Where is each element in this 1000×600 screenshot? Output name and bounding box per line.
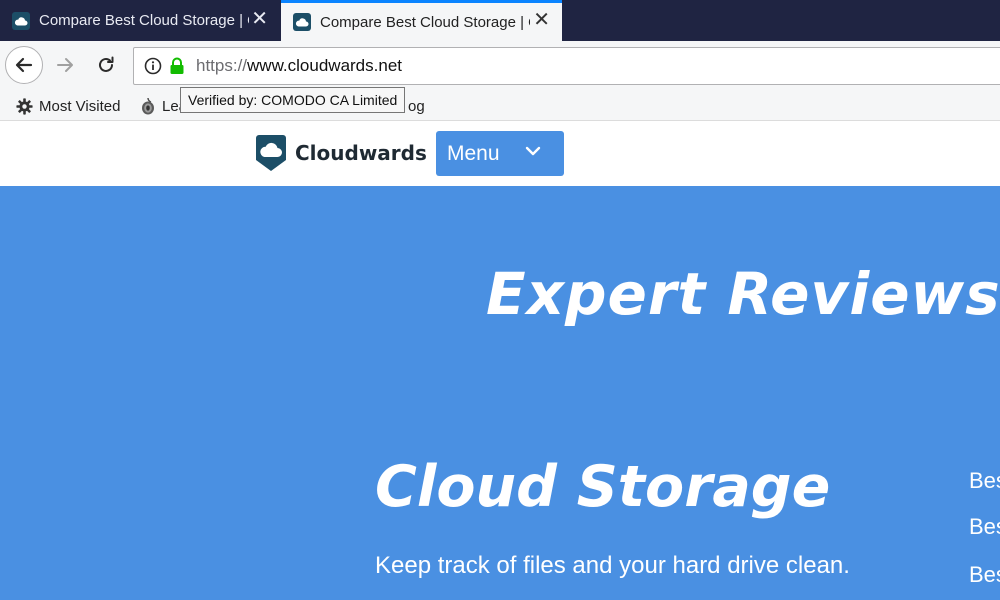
- menu-button[interactable]: Menu: [436, 131, 564, 176]
- menu-label: Menu: [447, 141, 500, 165]
- bookmark-label: Most Visited: [39, 97, 121, 115]
- side-link[interactable]: Best: [969, 514, 1000, 540]
- gear-icon: [16, 97, 33, 115]
- navigation-bar: https://www.cloudwards.net: [0, 41, 1000, 91]
- tab-active[interactable]: Compare Best Cloud Storage | Onl ✕: [281, 0, 562, 41]
- bookmark-label: og: [408, 97, 425, 115]
- site-logo[interactable]: Cloudwards: [256, 135, 427, 171]
- side-link[interactable]: Best: [969, 562, 1000, 588]
- cloudwards-shield-logo-icon: [256, 135, 286, 171]
- tor-onion-icon: [142, 97, 154, 115]
- page-content: Cloudwards Menu Expert Reviews. Simple A…: [0, 121, 1000, 600]
- tab-title: Compare Best Cloud Storage | Onl: [39, 12, 249, 29]
- back-button[interactable]: [5, 46, 43, 84]
- section-title: Cloud Storage: [375, 454, 831, 520]
- lock-icon[interactable]: [169, 57, 185, 75]
- hero-title: Expert Reviews. Simple Advice.: [486, 260, 1000, 328]
- certificate-tooltip: Verified by: COMODO CA Limited: [180, 87, 406, 113]
- close-tab-icon[interactable]: ✕: [533, 10, 550, 30]
- arrow-right-icon: [57, 58, 73, 72]
- hero-section: Expert Reviews. Simple Advice. Cloud Sto…: [0, 186, 1000, 600]
- section-subtitle: Keep track of files and your hard drive …: [375, 552, 850, 579]
- tab-inactive[interactable]: Compare Best Cloud Storage | Onl ✕: [0, 0, 280, 41]
- bookmark-most-visited[interactable]: Most Visited: [16, 95, 120, 117]
- reload-icon: [99, 56, 114, 72]
- info-icon[interactable]: [144, 57, 162, 75]
- cloud-favicon-icon: [12, 11, 30, 30]
- forward-button[interactable]: [50, 50, 80, 80]
- url-host: www.cloudwards.net: [247, 56, 402, 75]
- logo-text: Cloudwards: [295, 141, 427, 165]
- reload-button[interactable]: [90, 50, 122, 80]
- bookmark-item[interactable]: og: [408, 95, 425, 117]
- site-header: Cloudwards Menu: [0, 121, 1000, 186]
- close-tab-icon[interactable]: ✕: [251, 9, 268, 29]
- cloud-favicon-icon: [293, 13, 311, 31]
- tab-title: Compare Best Cloud Storage | Onl: [320, 13, 530, 31]
- side-link[interactable]: Best: [969, 468, 1000, 494]
- url-text[interactable]: https://www.cloudwards.net: [196, 56, 402, 76]
- tab-strip: Compare Best Cloud Storage | Onl ✕ Compa…: [0, 0, 1000, 41]
- url-scheme: https://: [196, 56, 248, 75]
- arrow-left-icon: [15, 57, 33, 73]
- url-bar[interactable]: https://www.cloudwards.net: [133, 47, 1000, 85]
- bookmarks-bar: Most Visited Lea og: [0, 91, 1000, 121]
- chevron-down-icon: [525, 146, 541, 156]
